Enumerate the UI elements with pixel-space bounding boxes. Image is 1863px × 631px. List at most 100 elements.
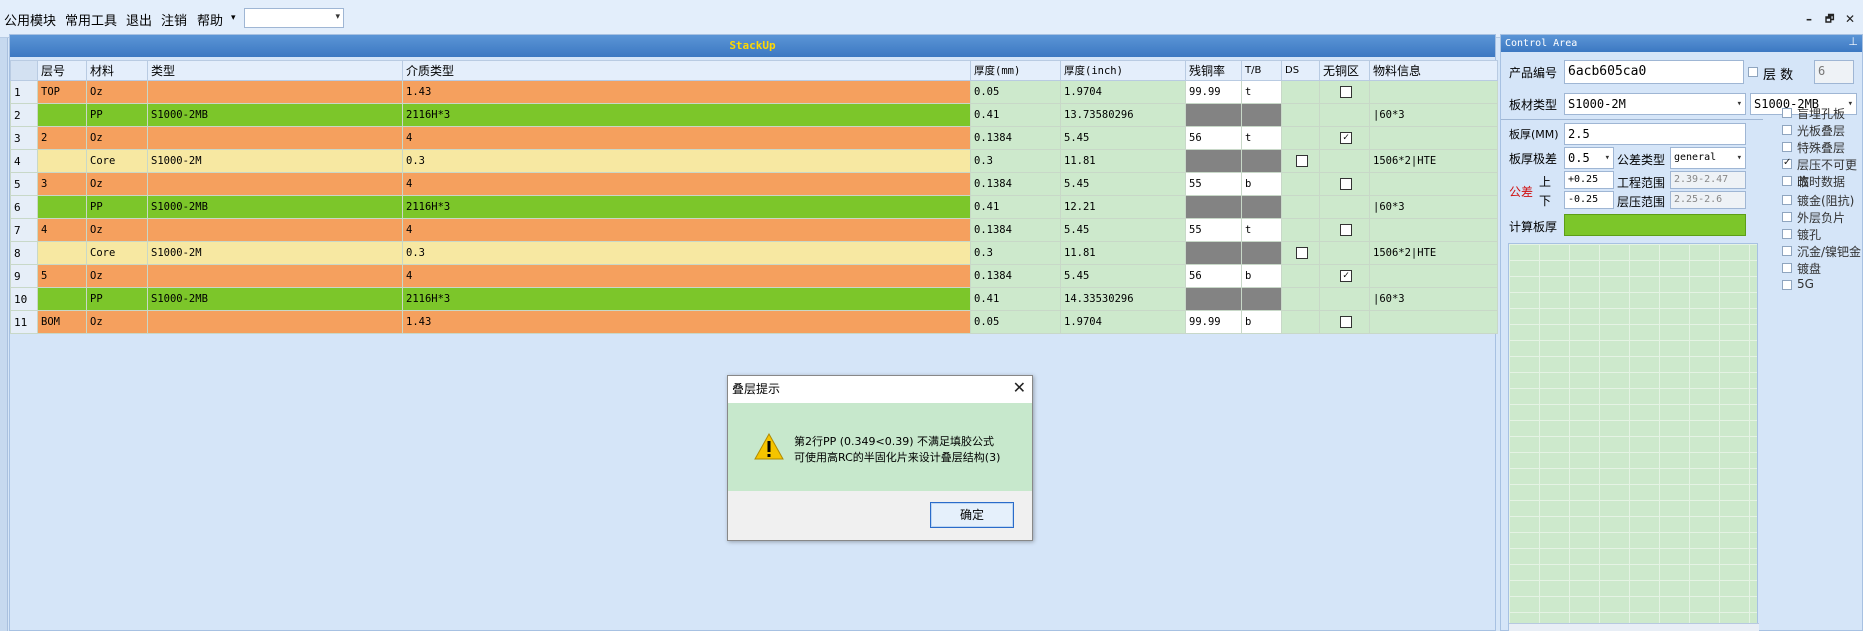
row-number-cell[interactable]: 1 [10, 80, 38, 104]
option-checkbox[interactable] [1782, 263, 1792, 273]
material-info-cell[interactable]: |60*3 [1369, 195, 1498, 219]
tb-cell[interactable] [1241, 241, 1282, 265]
no-copper-cell[interactable] [1319, 287, 1370, 311]
no-copper-cell[interactable] [1319, 172, 1370, 196]
copper-ratio-cell[interactable] [1185, 287, 1242, 311]
thickness-inch-cell[interactable]: 5.45 [1060, 172, 1186, 196]
control-grid[interactable] [1508, 243, 1759, 631]
thickness-mm-cell[interactable]: 0.1384 [970, 264, 1061, 288]
ds-cell[interactable] [1281, 287, 1320, 311]
layer-cell[interactable]: 4 [37, 218, 87, 242]
corner-cell[interactable] [10, 60, 38, 81]
medium-cell[interactable]: 2116H*3 [402, 103, 971, 127]
copper-ratio-cell[interactable]: 55 [1185, 172, 1242, 196]
thickness-inch-cell[interactable]: 1.9704 [1060, 310, 1186, 334]
no-copper-checkbox[interactable] [1340, 224, 1352, 236]
table-row[interactable]: 9 5 Oz 4 0.1384 5.45 56 b ✓ [10, 264, 1498, 288]
col-header[interactable]: 层号 [37, 60, 87, 81]
medium-cell[interactable]: 0.3 [402, 241, 971, 265]
material-cell[interactable]: PP [86, 103, 148, 127]
material-cell[interactable]: Core [86, 241, 148, 265]
layer-cell[interactable] [37, 287, 87, 311]
type-cell[interactable] [147, 218, 403, 242]
menu-dropdown-icon[interactable]: ▾ [231, 13, 236, 23]
no-copper-cell[interactable] [1319, 195, 1370, 219]
option-checkbox[interactable] [1782, 176, 1792, 186]
col-header[interactable]: 无铜区 [1319, 60, 1370, 81]
copper-ratio-cell[interactable]: 55 [1185, 218, 1242, 242]
copper-ratio-cell[interactable] [1185, 149, 1242, 173]
material-cell[interactable]: Oz [86, 310, 148, 334]
no-copper-cell[interactable] [1319, 241, 1370, 265]
option-checkbox[interactable] [1782, 108, 1792, 118]
thickness-input[interactable]: 2.5 [1564, 123, 1746, 145]
tb-cell[interactable]: b [1241, 264, 1282, 288]
medium-cell[interactable]: 4 [402, 172, 971, 196]
copper-ratio-cell[interactable]: 56 [1185, 264, 1242, 288]
thickness-inch-cell[interactable]: 5.45 [1060, 264, 1186, 288]
thickness-inch-cell[interactable]: 11.81 [1060, 149, 1186, 173]
col-header[interactable]: 材料 [86, 60, 148, 81]
no-copper-checkbox[interactable]: ✓ [1340, 270, 1352, 282]
material-cell[interactable]: Oz [86, 80, 148, 104]
material-cell[interactable]: Oz [86, 218, 148, 242]
thickness-mm-cell[interactable]: 0.41 [970, 287, 1061, 311]
ds-cell[interactable] [1281, 103, 1320, 127]
col-header[interactable]: 物料信息 [1369, 60, 1498, 81]
material-cell[interactable]: Oz [86, 172, 148, 196]
material-info-cell[interactable] [1369, 218, 1498, 242]
type-cell[interactable] [147, 310, 403, 334]
row-number-cell[interactable]: 4 [10, 149, 38, 173]
menu-common-tools[interactable]: 常用工具 [65, 10, 117, 29]
tb-cell[interactable]: b [1241, 310, 1282, 334]
option-checkbox[interactable] [1782, 125, 1792, 135]
type-cell[interactable]: S1000-2MB [147, 287, 403, 311]
lower-tolerance-input[interactable]: -0.25 [1564, 191, 1614, 209]
tb-cell[interactable] [1241, 149, 1282, 173]
row-number-cell[interactable]: 10 [10, 287, 38, 311]
type-cell[interactable] [147, 264, 403, 288]
close-icon[interactable]: ✕ [1845, 12, 1855, 26]
col-header[interactable]: T/B [1241, 60, 1282, 81]
tb-cell[interactable] [1241, 103, 1282, 127]
no-copper-cell[interactable] [1319, 80, 1370, 104]
no-copper-cell[interactable] [1319, 218, 1370, 242]
medium-cell[interactable]: 2116H*3 [402, 195, 971, 219]
col-header[interactable]: DS [1281, 60, 1320, 81]
thickness-inch-cell[interactable]: 5.45 [1060, 218, 1186, 242]
layer-cell[interactable] [37, 103, 87, 127]
option-checkbox[interactable] [1782, 142, 1792, 152]
upper-tolerance-input[interactable]: +0.25 [1564, 171, 1614, 189]
table-row[interactable]: 4 Core S1000-2M 0.3 0.3 11.81 1506*2|HTE [10, 149, 1498, 173]
option-checkbox[interactable] [1782, 212, 1792, 222]
thickness-mm-cell[interactable]: 0.41 [970, 195, 1061, 219]
col-header[interactable]: 厚度(mm) [970, 60, 1061, 81]
material-info-cell[interactable] [1369, 310, 1498, 334]
ds-cell[interactable] [1281, 149, 1320, 173]
copper-ratio-cell[interactable] [1185, 103, 1242, 127]
no-copper-checkbox[interactable] [1340, 86, 1352, 98]
material-info-cell[interactable] [1369, 172, 1498, 196]
type-cell[interactable]: S1000-2M [147, 149, 403, 173]
no-copper-checkbox[interactable] [1340, 178, 1352, 190]
layer-cell[interactable]: 5 [37, 264, 87, 288]
copper-ratio-cell[interactable]: 99.99 [1185, 310, 1242, 334]
material-info-cell[interactable] [1369, 126, 1498, 150]
type-cell[interactable]: S1000-2MB [147, 103, 403, 127]
horizontal-scrollbar[interactable] [1509, 623, 1759, 631]
ds-cell[interactable] [1281, 241, 1320, 265]
row-number-cell[interactable]: 8 [10, 241, 38, 265]
copper-ratio-cell[interactable] [1185, 195, 1242, 219]
row-number-cell[interactable]: 11 [10, 310, 38, 334]
ds-cell[interactable] [1281, 218, 1320, 242]
table-row[interactable]: 11 BOM Oz 1.43 0.05 1.9704 99.99 b [10, 310, 1498, 334]
row-number-cell[interactable]: 2 [10, 103, 38, 127]
layer-cell[interactable]: BOM [37, 310, 87, 334]
row-number-cell[interactable]: 9 [10, 264, 38, 288]
option-checkbox[interactable] [1782, 280, 1792, 290]
material-cell[interactable]: Oz [86, 126, 148, 150]
medium-cell[interactable]: 1.43 [402, 310, 971, 334]
thickness-inch-cell[interactable]: 13.73580296 [1060, 103, 1186, 127]
medium-cell[interactable]: 4 [402, 218, 971, 242]
type-cell[interactable] [147, 126, 403, 150]
